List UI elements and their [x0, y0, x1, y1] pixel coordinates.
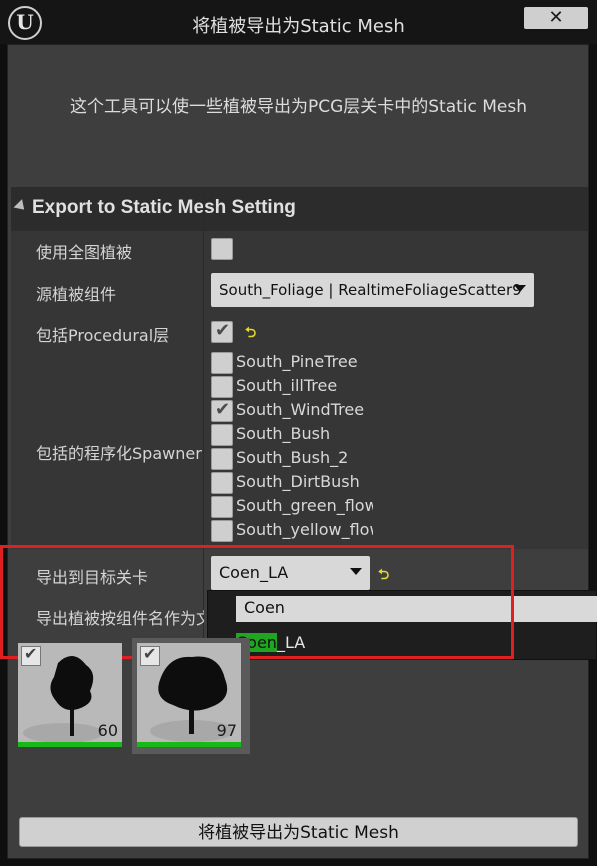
spawner-name: South_Bush_2 [236, 448, 349, 467]
spawner-name: South_yellow_flowe [236, 520, 373, 539]
spawner-checkbox[interactable] [211, 448, 233, 470]
check-icon: ✔ [215, 399, 231, 420]
spawner-checkbox[interactable] [211, 352, 233, 374]
category-label: Export to Static Mesh Setting [32, 197, 296, 218]
source-component-label: 源植被组件 [36, 285, 117, 304]
close-button[interactable]: ✕ [524, 7, 588, 29]
include-procedural-checkbox[interactable]: ✔ [211, 320, 233, 343]
spawner-checkbox[interactable] [211, 496, 233, 518]
window-title: 将植被导出为Static Mesh [192, 16, 405, 37]
thumbnail-checkbox[interactable]: ✔ [140, 644, 160, 666]
thumbnail-status-bar [137, 742, 241, 747]
use-global-foliage-label: 使用全图植被 [36, 243, 133, 262]
tool-description: 这个工具可以使一些植被导出为PCG层关卡中的Static Mesh [69, 97, 528, 117]
spawner-checkbox[interactable] [211, 424, 233, 446]
thumbnail-status-bar [18, 742, 122, 747]
foliage-thumbnail[interactable]: ✔ 60 [18, 643, 122, 747]
source-component-combo[interactable]: South_Foliage | RealtimeFoliageScatter9 [211, 273, 534, 307]
use-global-foliage-checkbox[interactable] [211, 238, 233, 260]
spawner-name: South_Bush [236, 424, 331, 443]
foliage-thumbnail[interactable]: ✔ 97 [137, 643, 241, 747]
spawner-name: South_illTree [236, 376, 338, 395]
check-icon: ✔ [215, 320, 231, 341]
spawner-checkbox[interactable]: ✔ [211, 399, 233, 422]
check-icon: ✔ [143, 644, 157, 663]
spawner-checkbox[interactable] [211, 376, 233, 398]
spawner-checkbox[interactable] [211, 520, 233, 542]
red-highlight-box [0, 545, 514, 659]
check-icon: ✔ [24, 644, 38, 663]
thumbnail-count: 60 [97, 721, 118, 740]
spawner-name: South_DirtBush [236, 472, 360, 491]
spawner-name: South_PineTree [236, 352, 358, 371]
spawner-name: South_WindTree [236, 400, 365, 419]
chevron-down-icon [514, 285, 526, 292]
spawner-checkbox[interactable] [211, 472, 233, 494]
reset-to-default-icon[interactable]: ⮌ [245, 322, 256, 346]
spawner-list: South_PineTree South_illTree ✔ South_Win… [211, 352, 373, 544]
thumbnail-checkbox[interactable]: ✔ [21, 644, 41, 666]
export-static-mesh-button[interactable]: 将植被导出为Static Mesh [19, 817, 578, 847]
collapse-arrow-icon[interactable] [13, 199, 29, 214]
spawner-name: South_green_flower [236, 496, 373, 515]
spawners-label: 包括的程序化Spawner [36, 444, 202, 463]
source-component-value: South_Foliage | RealtimeFoliageScatter9 [219, 281, 522, 299]
thumbnail-count: 97 [216, 721, 237, 740]
include-procedural-label: 包括Procedural层 [36, 326, 170, 345]
